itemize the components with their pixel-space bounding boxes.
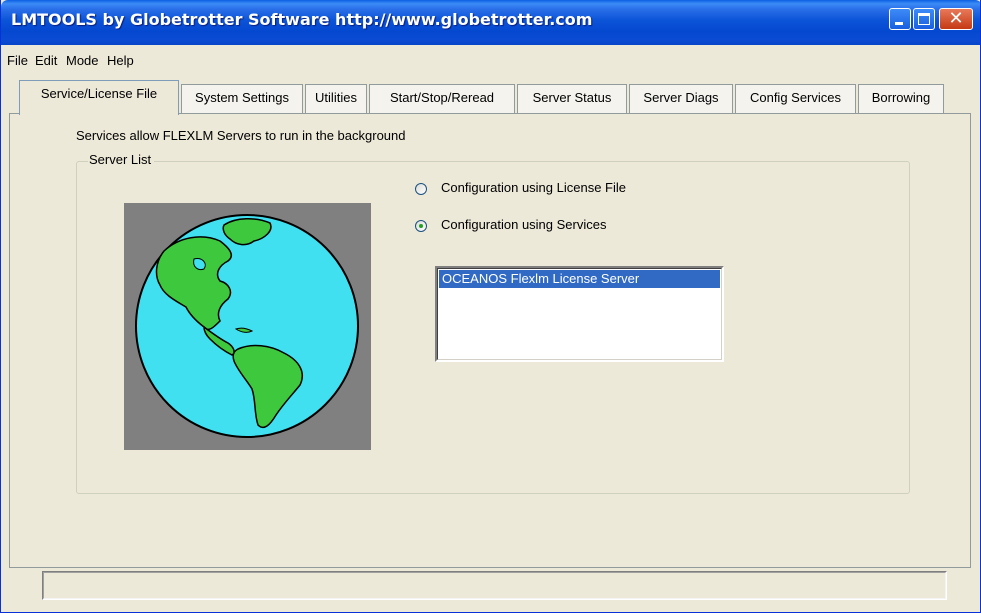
minimize-button[interactable] [889, 8, 911, 30]
panel-description: Services allow FLEXLM Servers to run in … [76, 128, 406, 143]
tab-server-diags[interactable]: Server Diags [629, 84, 733, 113]
tab-system-settings[interactable]: System Settings [181, 84, 303, 113]
tab-start-stop-reread[interactable]: Start/Stop/Reread [369, 84, 515, 113]
globe-icon [124, 203, 371, 450]
services-listbox[interactable]: OCEANOS Flexlm License Server [435, 266, 724, 362]
tab-borrowing[interactable]: Borrowing [858, 84, 944, 113]
tab-service-license-file[interactable]: Service/License File [19, 80, 179, 115]
services-radio-label[interactable]: Configuration using Services [441, 217, 606, 232]
services-radio[interactable] [415, 220, 427, 232]
close-button[interactable]: ✕ [939, 8, 973, 30]
menu-help[interactable]: Help [107, 53, 134, 68]
status-bar [42, 571, 947, 600]
lmtools-window: LMTOOLS by Globetrotter Software http://… [0, 0, 981, 613]
tab-strip: Service/License File System Settings Uti… [1, 80, 980, 115]
license-file-radio[interactable] [415, 183, 427, 195]
tab-utilities[interactable]: Utilities [305, 84, 367, 113]
maximize-icon [918, 13, 930, 25]
server-list-label: Server List [88, 152, 155, 167]
license-file-radio-label[interactable]: Configuration using License File [441, 180, 626, 195]
maximize-button[interactable] [913, 8, 935, 30]
minimize-icon [895, 22, 903, 25]
menu-file[interactable]: File [7, 53, 28, 68]
menu-mode[interactable]: Mode [66, 53, 99, 68]
window-title: LMTOOLS by Globetrotter Software http://… [11, 10, 593, 29]
list-item[interactable]: OCEANOS Flexlm License Server [439, 270, 720, 288]
tab-server-status[interactable]: Server Status [517, 84, 627, 113]
menu-bar: File Edit Mode Help [1, 45, 980, 71]
close-icon: ✕ [948, 8, 964, 29]
title-bar[interactable]: LMTOOLS by Globetrotter Software http://… [1, 0, 980, 45]
tab-config-services[interactable]: Config Services [735, 84, 856, 113]
menu-edit[interactable]: Edit [35, 53, 57, 68]
